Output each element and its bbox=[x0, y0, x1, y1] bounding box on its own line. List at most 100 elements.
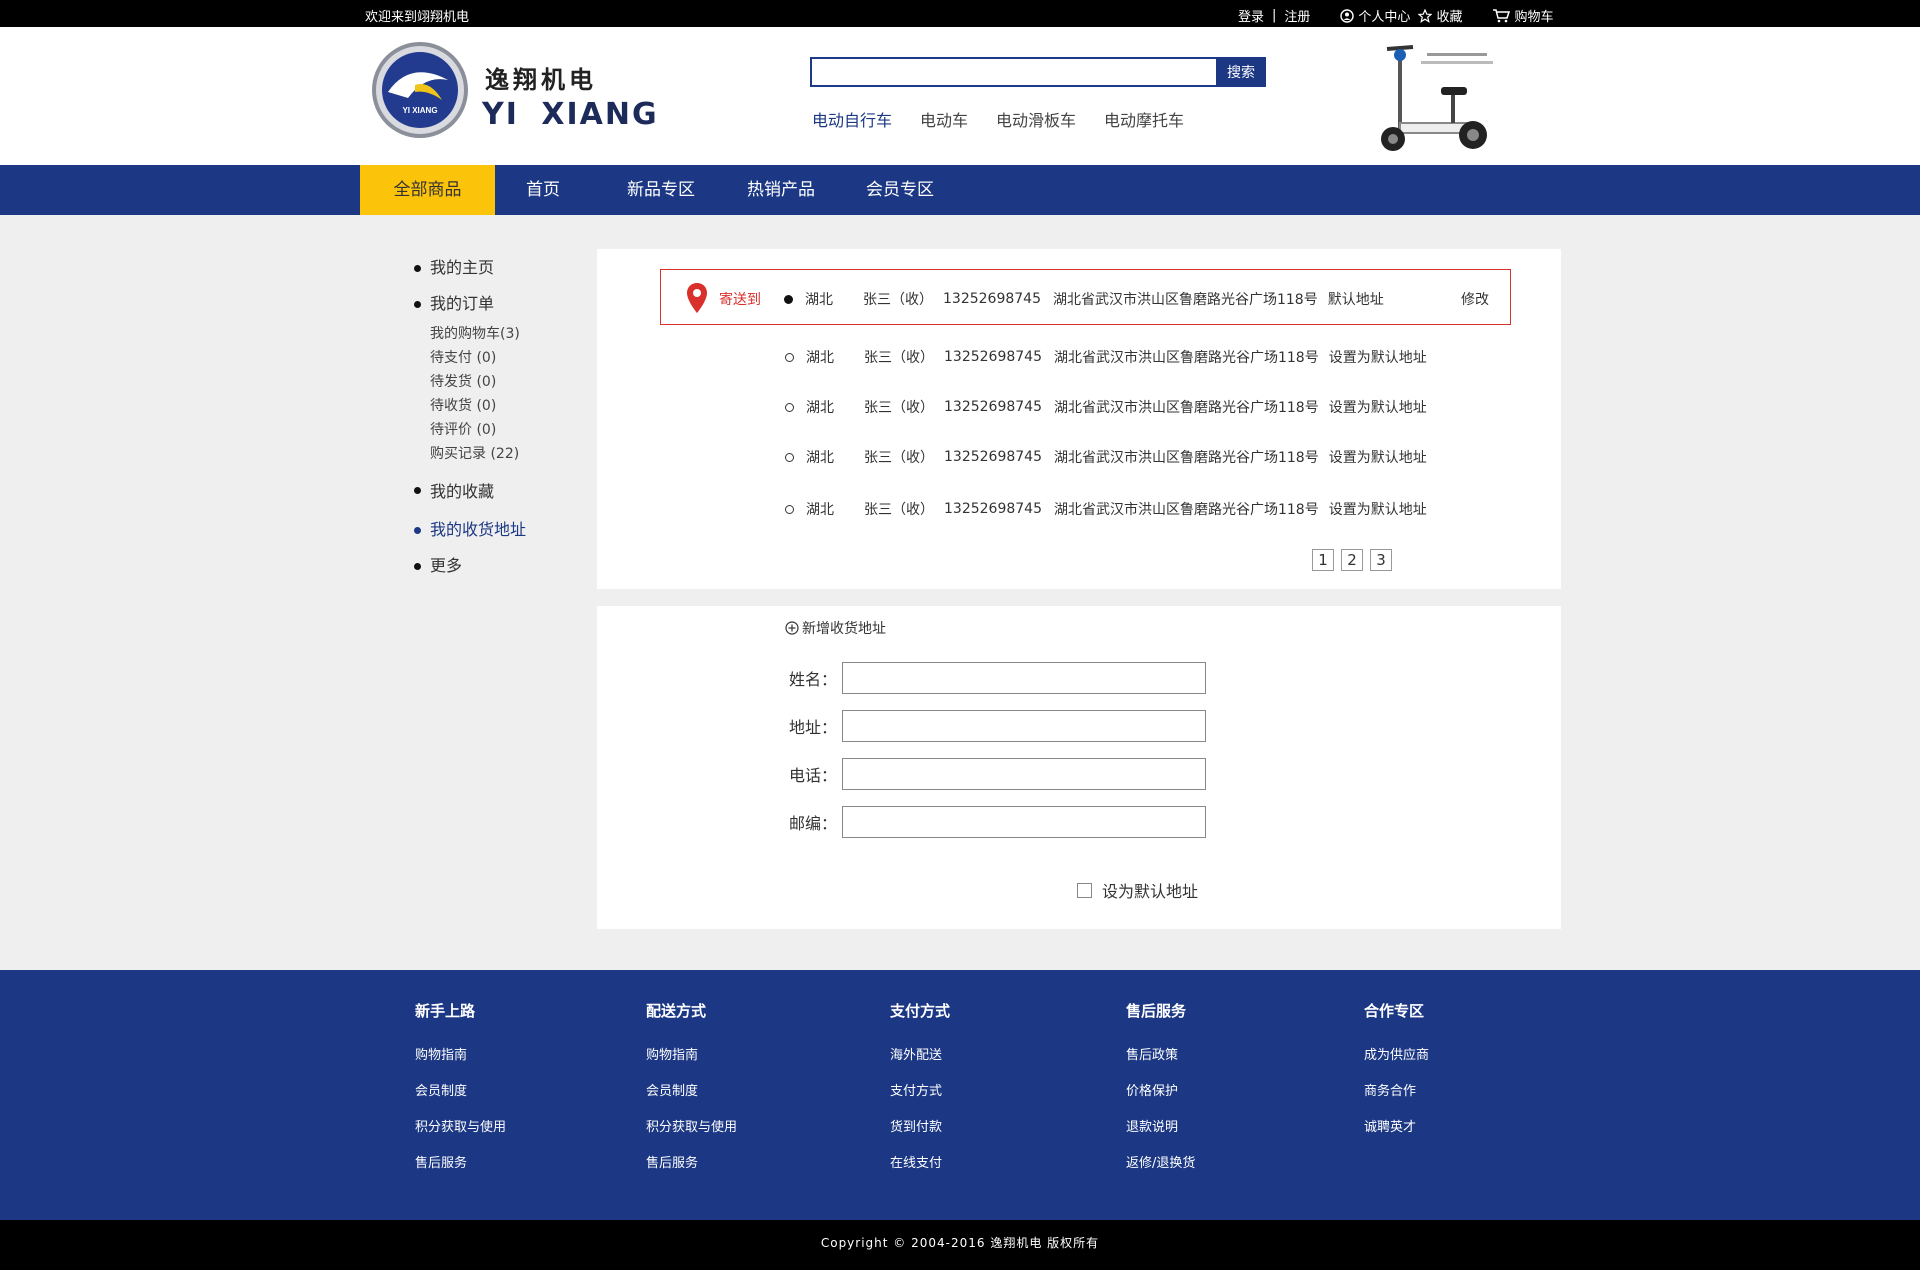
top-bar: 欢迎来到翊翔机电 登录 | 注册 个人中心 收藏 购物车 bbox=[0, 0, 1920, 27]
address-row[interactable]: 湖北 张三（收） 13252698745 湖北省武汉市洪山区鲁磨路光谷广场118… bbox=[785, 397, 1427, 417]
brand-name-en: YI XIANG bbox=[482, 97, 659, 132]
unselected-radio[interactable] bbox=[785, 452, 794, 462]
set-default-link[interactable]: 设置为默认地址 bbox=[1329, 447, 1427, 467]
footer-link[interactable]: 售后服务 bbox=[415, 1154, 506, 1190]
set-default-link[interactable]: 设置为默认地址 bbox=[1329, 347, 1427, 367]
set-default-option[interactable]: 设为默认地址 bbox=[1077, 878, 1198, 902]
address-phone: 13252698745 bbox=[943, 291, 1041, 307]
address-row[interactable]: 湖北 张三（收） 13252698745 湖北省武汉市洪山区鲁磨路光谷广场118… bbox=[785, 347, 1427, 367]
footer-link[interactable]: 积分获取与使用 bbox=[415, 1118, 506, 1154]
address-row[interactable]: 湖北 张三（收） 13252698745 湖北省武汉市洪山区鲁磨路光谷广场118… bbox=[785, 447, 1427, 467]
modify-link[interactable]: 修改 bbox=[1461, 289, 1489, 309]
nav-hot-products[interactable]: 热销产品 bbox=[738, 165, 824, 215]
address-name: 张三（收） bbox=[864, 502, 934, 518]
address-row[interactable]: 湖北 张三（收） 13252698745 湖北省武汉市洪山区鲁磨路光谷广场118… bbox=[785, 499, 1427, 519]
selected-radio[interactable] bbox=[784, 294, 793, 304]
search-button[interactable]: 搜索 bbox=[1216, 57, 1266, 87]
favorites-link[interactable]: 收藏 bbox=[1418, 6, 1462, 25]
name-field[interactable] bbox=[842, 662, 1206, 694]
cart-link[interactable]: 购物车 bbox=[1492, 6, 1553, 25]
hot-link-scooter[interactable]: 电动滑板车 bbox=[996, 107, 1076, 131]
sidebar-sub-to-ship[interactable]: 待发货 (0) bbox=[410, 370, 580, 394]
login-link[interactable]: 登录 bbox=[1238, 6, 1264, 25]
footer-link[interactable]: 售后政策 bbox=[1126, 1046, 1195, 1082]
plus-circle-icon bbox=[785, 621, 799, 635]
footer: 新手上路 购物指南 会员制度 积分获取与使用 售后服务 配送方式 购物指南 会员… bbox=[0, 970, 1920, 1220]
user-center-link[interactable]: 个人中心 bbox=[1340, 6, 1410, 25]
sidebar-sub-to-pay[interactable]: 待支付 (0) bbox=[410, 346, 580, 370]
footer-link[interactable]: 价格保护 bbox=[1126, 1082, 1195, 1118]
footer-column: 支付方式 海外配送 支付方式 货到付款 在线支付 bbox=[890, 1000, 950, 1190]
sidebar-item-more[interactable]: 更多 bbox=[410, 548, 580, 584]
footer-link[interactable]: 货到付款 bbox=[890, 1118, 950, 1154]
footer-column-title: 配送方式 bbox=[646, 1002, 707, 1020]
register-link[interactable]: 注册 bbox=[1284, 6, 1310, 25]
set-default-link[interactable]: 设置为默认地址 bbox=[1329, 397, 1427, 417]
address-phone: 13252698745 bbox=[944, 399, 1042, 415]
footer-link[interactable]: 在线支付 bbox=[890, 1154, 950, 1190]
unselected-radio[interactable] bbox=[785, 504, 794, 514]
address-name: 张三（收） bbox=[864, 350, 934, 366]
address-row[interactable]: 湖北 张三（收） 13252698745 湖北省武汉市洪山区鲁磨路光谷广场118… bbox=[784, 289, 1384, 309]
zip-field[interactable] bbox=[842, 806, 1206, 838]
page-2-button[interactable]: 2 bbox=[1341, 549, 1363, 571]
footer-link[interactable]: 退款说明 bbox=[1126, 1118, 1195, 1154]
set-default-link[interactable]: 设置为默认地址 bbox=[1329, 499, 1427, 519]
send-to-label: 寄送到 bbox=[719, 292, 761, 308]
brand-logo[interactable]: YI XIANG bbox=[370, 40, 470, 140]
address-name: 张三（收） bbox=[863, 292, 933, 308]
set-default-checkbox[interactable] bbox=[1077, 882, 1092, 898]
footer-link[interactable]: 购物指南 bbox=[646, 1046, 737, 1082]
footer-link[interactable]: 返修/退换货 bbox=[1126, 1154, 1195, 1190]
address-province: 湖北 bbox=[806, 502, 834, 518]
location-pin-icon bbox=[687, 283, 707, 313]
hot-link-motorcycle[interactable]: 电动摩托车 bbox=[1104, 107, 1184, 131]
address-field[interactable] bbox=[842, 710, 1206, 742]
top-links: 登录 | 注册 个人中心 收藏 购物车 bbox=[1238, 6, 1553, 25]
nav-member-zone[interactable]: 会员专区 bbox=[857, 165, 943, 215]
footer-link[interactable]: 购物指南 bbox=[415, 1046, 506, 1082]
nav-new-products[interactable]: 新品专区 bbox=[618, 165, 704, 215]
unselected-radio[interactable] bbox=[785, 402, 794, 412]
footer-link[interactable]: 售后服务 bbox=[646, 1154, 737, 1190]
sidebar-item-addresses[interactable]: 我的收货地址 bbox=[410, 512, 580, 548]
sidebar-sub-cart[interactable]: 我的购物车(3) bbox=[410, 322, 580, 346]
footer-link[interactable]: 诚聘英才 bbox=[1364, 1118, 1429, 1154]
hot-link-ebike[interactable]: 电动自行车 bbox=[812, 107, 892, 131]
sidebar-item-favorites[interactable]: 我的收藏 bbox=[410, 472, 580, 512]
sidebar-item-home[interactable]: 我的主页 bbox=[410, 250, 580, 286]
page-3-button[interactable]: 3 bbox=[1370, 549, 1392, 571]
sidebar-sub-history[interactable]: 购买记录 (22) bbox=[410, 442, 580, 466]
footer-column: 合作专区 成为供应商 商务合作 诚聘英才 bbox=[1364, 1000, 1429, 1154]
footer-column-title: 新手上路 bbox=[415, 1002, 476, 1020]
address-province: 湖北 bbox=[806, 400, 834, 416]
sidebar-item-orders[interactable]: 我的订单 bbox=[410, 286, 580, 322]
footer-link[interactable]: 成为供应商 bbox=[1364, 1046, 1429, 1082]
scooter-ad-image[interactable] bbox=[1365, 35, 1505, 157]
unselected-radio[interactable] bbox=[785, 352, 794, 362]
page-1-button[interactable]: 1 bbox=[1312, 549, 1334, 571]
phone-field[interactable] bbox=[842, 758, 1206, 790]
address-province: 湖北 bbox=[806, 450, 834, 466]
footer-link[interactable]: 支付方式 bbox=[890, 1082, 950, 1118]
address-name: 张三（收） bbox=[864, 400, 934, 416]
cart-icon bbox=[1493, 8, 1511, 22]
footer-link[interactable]: 海外配送 bbox=[890, 1046, 950, 1082]
nav-home[interactable]: 首页 bbox=[503, 165, 583, 215]
add-address-toggle[interactable]: 新增收货地址 bbox=[785, 618, 886, 638]
address-phone: 13252698745 bbox=[944, 501, 1042, 517]
address-phone: 13252698745 bbox=[944, 449, 1042, 465]
search-input[interactable] bbox=[810, 57, 1218, 87]
footer-link[interactable]: 商务合作 bbox=[1364, 1082, 1429, 1118]
footer-link[interactable]: 会员制度 bbox=[646, 1082, 737, 1118]
footer-link[interactable]: 会员制度 bbox=[415, 1082, 506, 1118]
footer-link[interactable]: 积分获取与使用 bbox=[646, 1118, 737, 1154]
logo-text: YI XIANG bbox=[402, 106, 437, 115]
phone-label: 电话： bbox=[789, 766, 838, 785]
nav-all-products[interactable]: 全部商品 bbox=[360, 165, 495, 215]
sidebar-sub-to-review[interactable]: 待评价 (0) bbox=[410, 418, 580, 442]
hot-link-electric[interactable]: 电动车 bbox=[920, 107, 968, 131]
address-detail: 湖北省武汉市洪山区鲁磨路光谷广场118号 bbox=[1053, 400, 1319, 416]
sidebar-sub-to-receive[interactable]: 待收货 (0) bbox=[410, 394, 580, 418]
footer-column-title: 支付方式 bbox=[890, 1002, 951, 1020]
